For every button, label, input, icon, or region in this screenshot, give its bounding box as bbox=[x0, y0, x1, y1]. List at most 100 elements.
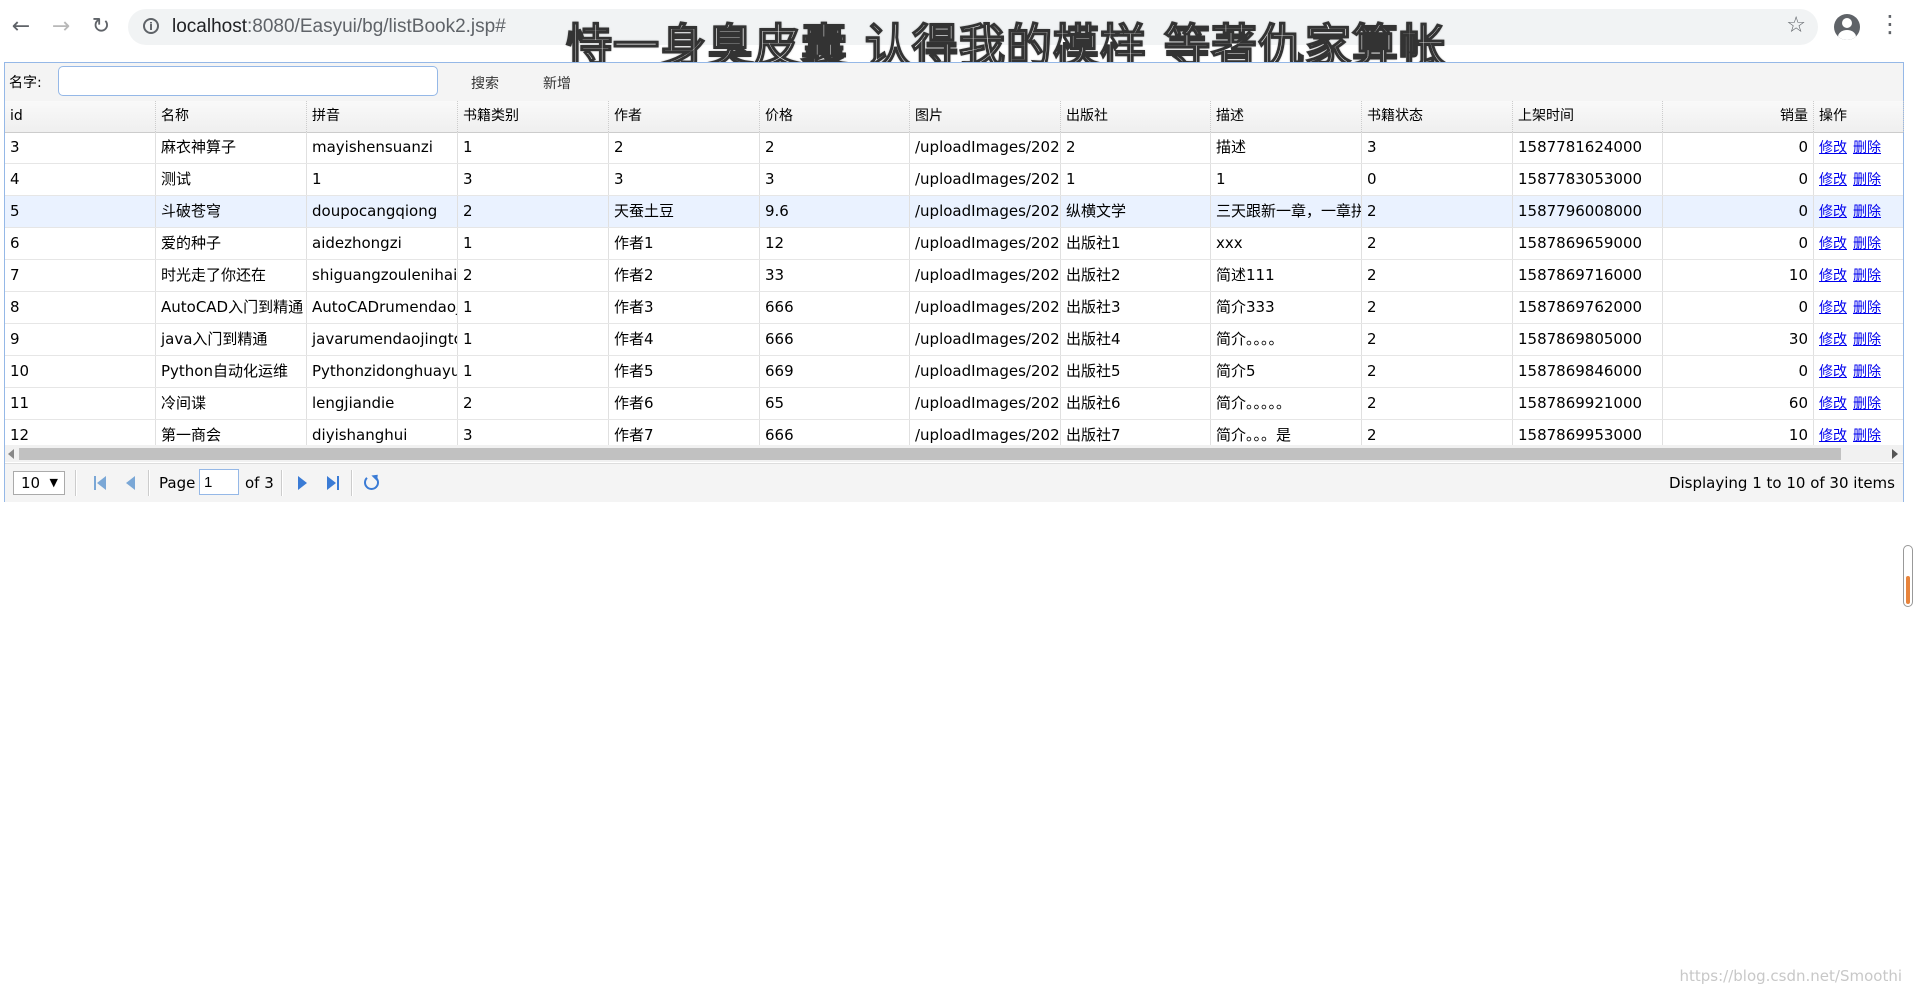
cell-time: 1587869921000 bbox=[1513, 388, 1663, 419]
scrollbar-thumb[interactable] bbox=[19, 448, 1841, 460]
cell-status: 2 bbox=[1362, 388, 1513, 419]
cell-image: /uploadImages/2020 bbox=[910, 356, 1061, 387]
cell-sales: 60 bbox=[1663, 388, 1814, 419]
delete-link[interactable]: 删除 bbox=[1853, 364, 1881, 380]
horizontal-scrollbar[interactable] bbox=[5, 445, 1903, 462]
header-publisher[interactable]: 出版社 bbox=[1061, 101, 1211, 132]
edit-link[interactable]: 修改 bbox=[1819, 204, 1847, 220]
edit-link[interactable]: 修改 bbox=[1819, 140, 1847, 156]
table-row[interactable]: 10Python自动化运维Pythonzidonghuayunwei1作者566… bbox=[5, 356, 1903, 388]
edit-link[interactable]: 修改 bbox=[1819, 172, 1847, 188]
watermark-text: https://blog.csdn.net/Smoothi bbox=[1679, 967, 1903, 985]
pager-separator bbox=[148, 470, 150, 496]
header-author[interactable]: 作者 bbox=[609, 101, 760, 132]
header-ops: 操作 bbox=[1814, 101, 1904, 132]
url-text[interactable]: localhost:8080/Easyui/bg/listBook2.jsp# bbox=[172, 16, 506, 38]
cell-sales: 0 bbox=[1663, 292, 1814, 323]
add-button[interactable]: 新增 bbox=[543, 73, 571, 93]
edit-link[interactable]: 修改 bbox=[1819, 300, 1847, 316]
cell-ops: 修改 删除 bbox=[1814, 228, 1904, 259]
cell-author: 作者6 bbox=[609, 388, 760, 419]
cell-pinyin: 1 bbox=[307, 164, 458, 195]
cell-pinyin: Pythonzidonghuayunwei bbox=[307, 356, 458, 387]
edit-link[interactable]: 修改 bbox=[1819, 396, 1847, 412]
table-row[interactable]: 11 冷间谍 lengjiandie 2 作者6 65/uploadImages/2020… bbox=[5, 388, 1903, 420]
profile-icon[interactable] bbox=[1834, 14, 1860, 40]
cell-category: 2 bbox=[458, 388, 609, 419]
edit-link[interactable]: 修改 bbox=[1819, 268, 1847, 284]
cell-pinyin: aidezhongzi bbox=[307, 228, 458, 259]
cell-category: 1 bbox=[458, 356, 609, 387]
cell-image: /uploadImages/2020 bbox=[910, 196, 1061, 227]
name-search-input[interactable] bbox=[58, 66, 438, 96]
table-row[interactable]: 3 麻衣神算子 mayishensuanzi 1 2 2/uploadImages/202… bbox=[5, 132, 1903, 164]
header-status[interactable]: 书籍状态 bbox=[1362, 101, 1513, 132]
page-scrollbar-thumb[interactable] bbox=[1906, 576, 1910, 604]
cell-time: 1587783053000 bbox=[1513, 164, 1663, 195]
cell-time: 1587781624000 bbox=[1513, 132, 1663, 163]
reload-icon[interactable]: ↻ bbox=[86, 12, 116, 42]
scroll-left-arrow-icon[interactable] bbox=[8, 449, 14, 459]
header-name[interactable]: 名称 bbox=[156, 101, 307, 132]
cell-author: 作者2 bbox=[609, 260, 760, 291]
edit-link[interactable]: 修改 bbox=[1819, 364, 1847, 380]
cell-name: java入门到精通 bbox=[156, 324, 307, 355]
header-time[interactable]: 上架时间 bbox=[1513, 101, 1663, 132]
scroll-right-arrow-icon[interactable] bbox=[1892, 449, 1898, 459]
info-icon[interactable]: i bbox=[143, 18, 159, 34]
refresh-icon[interactable] bbox=[364, 475, 379, 490]
delete-link[interactable]: 删除 bbox=[1853, 204, 1881, 220]
header-sales[interactable]: 销量 bbox=[1663, 101, 1814, 132]
header-category[interactable]: 书籍类别 bbox=[458, 101, 609, 132]
page-number-input[interactable] bbox=[199, 469, 239, 495]
first-page-icon[interactable] bbox=[93, 476, 107, 490]
star-icon[interactable]: ☆ bbox=[1786, 13, 1806, 38]
delete-link[interactable]: 删除 bbox=[1853, 300, 1881, 316]
table-row[interactable]: 4 测试 1 3 3 3/uploadImages/2020 1 1 0 158778305300… bbox=[5, 164, 1903, 196]
back-arrow-icon[interactable]: ← bbox=[6, 12, 36, 42]
cell-category: 1 bbox=[458, 292, 609, 323]
delete-link[interactable]: 删除 bbox=[1853, 428, 1881, 444]
cell-author: 天蚕土豆 bbox=[609, 196, 760, 227]
grid-header-row: id 名称 拼音 书籍类别 作者 价格 图片 出版社 描述 书籍状态 上架时间 … bbox=[5, 101, 1904, 133]
cell-category: 2 bbox=[458, 196, 609, 227]
chevron-down-icon: ▼ bbox=[49, 476, 58, 489]
cell-category: 2 bbox=[458, 260, 609, 291]
header-image[interactable]: 图片 bbox=[910, 101, 1061, 132]
search-button[interactable]: 搜索 bbox=[471, 73, 499, 93]
delete-link[interactable]: 删除 bbox=[1853, 140, 1881, 156]
delete-link[interactable]: 删除 bbox=[1853, 172, 1881, 188]
delete-link[interactable]: 删除 bbox=[1853, 236, 1881, 252]
header-pinyin[interactable]: 拼音 bbox=[307, 101, 458, 132]
cell-category: 1 bbox=[458, 228, 609, 259]
page-size-select[interactable]: 10 ▼ bbox=[13, 471, 65, 495]
pager-separator bbox=[75, 470, 77, 496]
cell-time: 1587869716000 bbox=[1513, 260, 1663, 291]
table-row[interactable]: 5 斗破苍穹 doupocangqiong 2 天蚕土豆 9.6/uploadImages… bbox=[5, 196, 1903, 228]
cell-sales: 0 bbox=[1663, 356, 1814, 387]
cell-name: AutoCAD入门到精通 bbox=[156, 292, 307, 323]
page-scrollbar[interactable] bbox=[1903, 545, 1913, 607]
cell-status: 2 bbox=[1362, 356, 1513, 387]
forward-arrow-icon[interactable]: → bbox=[46, 12, 76, 42]
table-row[interactable]: 9java入门到精通javarumendaojingtong1作者4666/up… bbox=[5, 324, 1903, 356]
cell-id: 8 bbox=[5, 292, 156, 323]
cell-time: 1587869805000 bbox=[1513, 324, 1663, 355]
header-description[interactable]: 描述 bbox=[1211, 101, 1362, 132]
header-id[interactable]: id bbox=[5, 101, 156, 132]
table-row[interactable]: 7时光走了你还在shiguangzoulenihaizai2作者233/uplo… bbox=[5, 260, 1903, 292]
header-price[interactable]: 价格 bbox=[760, 101, 910, 132]
next-page-icon[interactable] bbox=[296, 476, 310, 490]
delete-link[interactable]: 删除 bbox=[1853, 268, 1881, 284]
cell-sales: 0 bbox=[1663, 228, 1814, 259]
kebab-menu-icon[interactable]: ⋮ bbox=[1878, 12, 1902, 36]
edit-link[interactable]: 修改 bbox=[1819, 428, 1847, 444]
table-row[interactable]: 6 爱的种子 aidezhongzi 1 作者1 12/uploadImages/2020… bbox=[5, 228, 1903, 260]
delete-link[interactable]: 删除 bbox=[1853, 396, 1881, 412]
delete-link[interactable]: 删除 bbox=[1853, 332, 1881, 348]
edit-link[interactable]: 修改 bbox=[1819, 236, 1847, 252]
last-page-icon[interactable] bbox=[326, 476, 340, 490]
edit-link[interactable]: 修改 bbox=[1819, 332, 1847, 348]
prev-page-icon[interactable] bbox=[123, 476, 137, 490]
table-row[interactable]: 8AutoCAD入门到精通AutoCADrumendaojingtong1作者3… bbox=[5, 292, 1903, 324]
